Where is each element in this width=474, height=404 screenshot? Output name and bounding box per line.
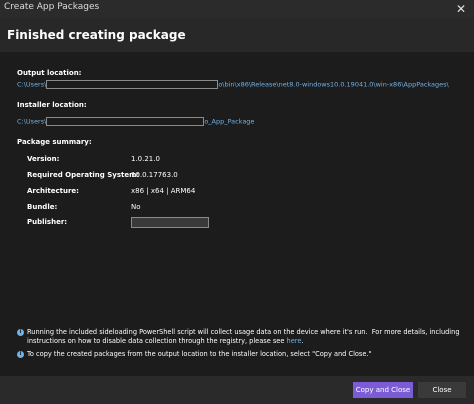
title-bar: Create App Packages ✕ <box>0 0 474 18</box>
os-key: Required Operating System: <box>27 171 140 179</box>
note-line-2: To copy the created packages from the ou… <box>27 350 372 358</box>
output-path-suffix: o\bin\x86\Release\net8.0-windows10.0.190… <box>218 80 449 89</box>
window-title: Create App Packages <box>4 2 100 12</box>
os-value: 10.0.17763.0 <box>131 171 178 179</box>
redacted-segment <box>46 80 219 89</box>
installer-path-prefix: C:\Users\ <box>17 117 47 126</box>
installer-location-path[interactable]: C:\Users\ o_App_Package <box>17 117 254 126</box>
bundle-value: No <box>131 203 141 211</box>
version-key: Version: <box>27 155 60 163</box>
copy-and-close-button[interactable]: Copy and Close <box>353 382 413 398</box>
publisher-key: Publisher: <box>27 218 68 226</box>
info-icon: i <box>17 329 24 336</box>
redacted-segment <box>46 117 205 126</box>
dialog-footer: Copy and Close Close <box>0 376 474 404</box>
page-title: Finished creating package <box>7 28 186 42</box>
info-icon: i <box>17 351 24 358</box>
output-path-prefix: C:\Users\ <box>17 80 47 89</box>
dialog-content: Output location: C:\Users\ o\bin\x86\Rele… <box>0 52 474 376</box>
installer-path-suffix: o_App_Package <box>204 117 255 126</box>
close-window-button[interactable]: ✕ <box>448 0 474 18</box>
note-line-1: Running the included sideloading PowerSh… <box>27 328 460 336</box>
bundle-key: Bundle: <box>27 203 58 211</box>
dialog-header: Finished creating package <box>0 18 474 52</box>
package-summary-label: Package summary: <box>17 138 92 146</box>
version-value: 1.0.21.0 <box>131 155 160 163</box>
output-location-path[interactable]: C:\Users\ o\bin\x86\Release\net8.0-window… <box>17 80 449 89</box>
output-location-label: Output location: <box>17 69 82 77</box>
close-button[interactable]: Close <box>418 382 466 398</box>
note-line-1b: instructions on how to disable data coll… <box>27 337 287 345</box>
here-link[interactable]: here <box>287 337 302 345</box>
redacted-publisher <box>131 217 209 228</box>
installer-location-label: Installer location: <box>17 101 87 109</box>
architecture-key: Architecture: <box>27 187 79 195</box>
architecture-value: x86 | x64 | ARM64 <box>131 187 196 195</box>
